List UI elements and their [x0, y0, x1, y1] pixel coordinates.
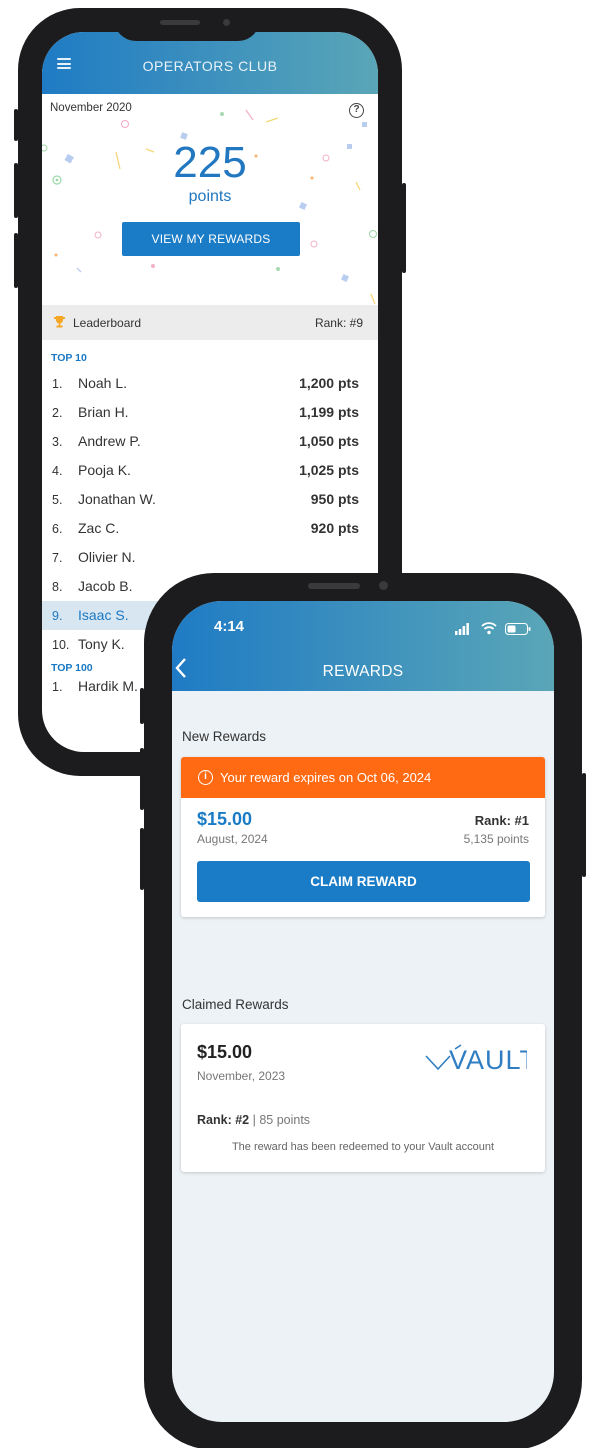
leaderboard-row[interactable]: 7. Olivier N. [42, 543, 378, 572]
player-points: 1,025 pts [299, 462, 359, 478]
view-my-rewards-button[interactable]: VIEW MY REWARDS [122, 222, 300, 256]
vault-logo-text: VAULT [449, 1045, 527, 1073]
reward-date: August, 2024 [197, 832, 268, 846]
claimed-reward-amount: $15.00 [197, 1042, 253, 1062]
points-summary: November 2020 ? 225 points VIEW MY REWAR… [42, 94, 378, 305]
mute-switch [140, 688, 144, 724]
speaker-grille [160, 20, 200, 25]
points-value: 225 [173, 138, 247, 187]
power-button [402, 183, 406, 273]
reward-points: 5,135 points [463, 832, 529, 846]
volume-down-button [14, 233, 18, 288]
trophy-icon [54, 316, 65, 328]
info-icon: i [198, 770, 213, 785]
rank-number: 5. [52, 493, 63, 507]
reward-rank: Rank: #1 [474, 813, 529, 828]
volume-down-button [140, 828, 144, 890]
player-points: 1,050 pts [299, 433, 359, 449]
phone-notch [114, 8, 260, 41]
front-camera [223, 19, 230, 26]
app-header: 4:14 REWARDS [172, 601, 554, 691]
month-label: November 2020 [50, 102, 132, 114]
player-name: Olivier N. [78, 549, 136, 565]
leaderboard-row[interactable]: 1. Noah L. 1,200 pts [42, 369, 378, 398]
rank-number: 8. [52, 580, 63, 594]
player-name: Isaac S. [78, 607, 129, 623]
player-name: Jonathan W. [78, 491, 156, 507]
page-title: REWARDS [322, 663, 404, 680]
leaderboard-title: Leaderboard [73, 316, 142, 330]
app-header: OPERATORS CLUB [42, 32, 378, 94]
claim-reward-button[interactable]: CLAIM REWARD [197, 861, 530, 902]
points-label: points [188, 188, 232, 205]
phone-rewards: 4:14 REWARDS New Rewards i Your reward e… [140, 573, 586, 1448]
claimed-points: 85 points [259, 1113, 311, 1127]
new-rewards-heading: New Rewards [182, 729, 267, 744]
top-10-label: TOP 10 [51, 352, 87, 364]
redeemed-note: The reward has been redeemed to your Vau… [231, 1141, 495, 1153]
mute-switch [14, 109, 18, 141]
power-button [582, 773, 586, 877]
player-points: 1,199 pts [299, 404, 359, 420]
claimed-reward-card: $15.00 November, 2023 VAULT Rank: #2 | 8… [181, 1024, 545, 1172]
player-name: Pooja K. [78, 462, 131, 478]
player-name: Andrew P. [78, 433, 141, 449]
rank-number: 9. [52, 609, 63, 623]
claimed-rank-line: Rank: #2 | 85 points [197, 1113, 310, 1127]
expiry-banner: i Your reward expires on Oct 06, 2024 [181, 757, 545, 798]
player-name: Jacob B. [78, 578, 133, 594]
leaderboard-row[interactable]: 5. Jonathan W. 950 pts [42, 485, 378, 514]
player-points: 920 pts [310, 520, 359, 536]
player-name: Brian H. [78, 404, 129, 420]
status-time: 4:14 [214, 618, 245, 635]
player-name: Noah L. [78, 375, 128, 391]
claimed-rank: Rank: #2 [197, 1113, 250, 1127]
claimed-rewards-heading: Claimed Rewards [182, 997, 289, 1012]
phone-notch [256, 573, 420, 601]
player-points: 950 pts [310, 491, 359, 507]
leaderboard-row[interactable]: 3. Andrew P. 1,050 pts [42, 427, 378, 456]
help-icon[interactable]: ? [349, 103, 364, 118]
expiry-text: Your reward expires on Oct 06, 2024 [220, 770, 432, 785]
rank-number: 2. [52, 406, 63, 420]
vault-logo: VAULT [425, 1044, 527, 1073]
speaker-grille [308, 583, 360, 589]
leaderboard-row[interactable]: 4. Pooja K. 1,025 pts [42, 456, 378, 485]
reward-amount: $15.00 [197, 809, 253, 829]
volume-up-button [14, 163, 18, 218]
leaderboard-row[interactable]: 2. Brian H. 1,199 pts [42, 398, 378, 427]
app-title: OPERATORS CLUB [142, 58, 278, 74]
player-name: Tony K. [78, 636, 125, 652]
rank-number: 10. [52, 638, 70, 652]
separator: | [249, 1113, 260, 1127]
rank-number: 1. [52, 377, 63, 391]
player-name: Hardik M. [78, 678, 138, 694]
rank-number: 1. [52, 680, 63, 694]
new-reward-card: i Your reward expires on Oct 06, 2024 $1… [181, 757, 545, 917]
leaderboard-row[interactable]: 6. Zac C. 920 pts [42, 514, 378, 543]
rank-number: 4. [52, 464, 63, 478]
front-camera [379, 581, 388, 590]
rewards-screen: 4:14 REWARDS New Rewards i Your reward e… [172, 601, 554, 1422]
leaderboard-header: Leaderboard Rank: #9 [42, 305, 378, 340]
rank-number: 7. [52, 551, 63, 565]
rank-number: 6. [52, 522, 63, 536]
signal-icon [455, 623, 469, 635]
rank-number: 3. [52, 435, 63, 449]
player-points: 1,200 pts [299, 375, 359, 391]
claimed-reward-date: November, 2023 [197, 1069, 286, 1083]
volume-up-button [140, 748, 144, 810]
wifi-icon [481, 622, 497, 635]
my-rank-label: Rank: #9 [314, 316, 363, 330]
player-name: Zac C. [78, 520, 120, 536]
battery-icon [505, 623, 531, 635]
